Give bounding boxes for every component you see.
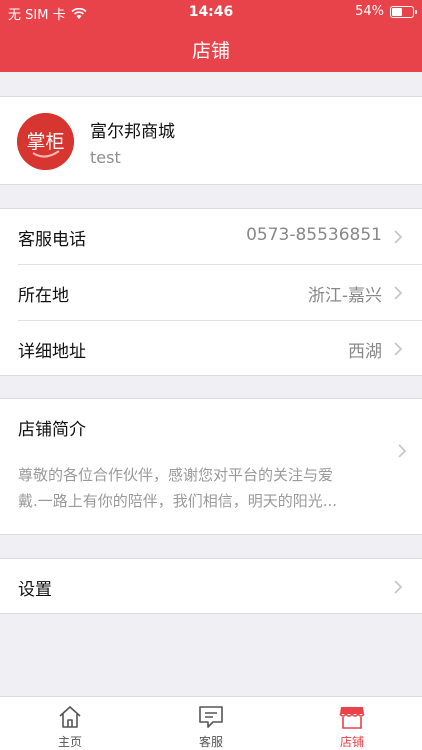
tab-service[interactable]: 客服 bbox=[176, 697, 246, 750]
chevron-right-icon bbox=[394, 286, 403, 300]
shop-logo: 掌柜 bbox=[17, 113, 74, 170]
tab-service-label: 客服 bbox=[198, 735, 223, 749]
address-label: 详细地址 bbox=[18, 342, 86, 362]
intro-line-1: 尊敬的各位合作伙伴，感谢您对平台的关注与爱 bbox=[18, 466, 334, 484]
status-bar: 无 SIM 卡 14:46 54% bbox=[0, 0, 422, 24]
shop-subtitle: test bbox=[90, 148, 121, 167]
chat-icon bbox=[199, 706, 223, 728]
shop-info-list: 客服电话 0573-85536851 所在地 浙江-嘉兴 详细地址 西湖 bbox=[0, 208, 422, 376]
store-icon bbox=[339, 707, 365, 729]
phone-row[interactable]: 客服电话 0573-85536851 bbox=[0, 209, 422, 265]
page-title: 店铺 bbox=[191, 40, 230, 62]
intro-label: 店铺简介 bbox=[18, 420, 86, 440]
chevron-right-icon bbox=[394, 230, 403, 244]
battery-percent: 54% bbox=[355, 4, 384, 19]
location-value: 浙江-嘉兴 bbox=[307, 286, 382, 306]
shop-intro-card[interactable]: 店铺简介 尊敬的各位合作伙伴，感谢您对平台的关注与爱 戴.一路上有你的陪伴，我们… bbox=[0, 398, 422, 535]
phone-label: 客服电话 bbox=[18, 230, 86, 250]
shop-name: 富尔邦商城 bbox=[90, 122, 175, 142]
tab-home-label: 主页 bbox=[57, 735, 82, 749]
location-label: 所在地 bbox=[18, 286, 69, 306]
home-icon bbox=[59, 706, 81, 728]
chevron-right-icon bbox=[394, 580, 403, 594]
app-header: 无 SIM 卡 14:46 54% 店铺 bbox=[0, 0, 422, 72]
tab-store[interactable]: 店铺 bbox=[317, 697, 387, 750]
phone-value: 0573-85536851 bbox=[246, 225, 382, 245]
chevron-right-icon bbox=[394, 342, 403, 356]
tab-store-label: 店铺 bbox=[339, 735, 364, 749]
address-value: 西湖 bbox=[348, 342, 382, 362]
shop-card[interactable]: 掌柜 富尔邦商城 test bbox=[0, 96, 422, 185]
location-row[interactable]: 所在地 浙江-嘉兴 bbox=[0, 265, 422, 321]
svg-text:掌柜: 掌柜 bbox=[26, 131, 64, 153]
settings-label: 设置 bbox=[18, 580, 52, 600]
tab-home[interactable]: 主页 bbox=[35, 697, 105, 750]
intro-text: 尊敬的各位合作伙伴，感谢您对平台的关注与爱 戴.一路上有你的陪伴，我们相信，明天… bbox=[18, 462, 422, 514]
intro-line-2: 戴.一路上有你的陪伴，我们相信，明天的阳光... bbox=[18, 492, 338, 510]
settings-row[interactable]: 设置 bbox=[0, 558, 422, 614]
battery-icon bbox=[390, 5, 417, 18]
shop-logo-icon: 掌柜 bbox=[17, 113, 74, 170]
address-row[interactable]: 详细地址 西湖 bbox=[0, 321, 422, 377]
tab-bar: 主页 客服 店铺 bbox=[0, 696, 422, 750]
chevron-right-icon bbox=[398, 444, 407, 458]
